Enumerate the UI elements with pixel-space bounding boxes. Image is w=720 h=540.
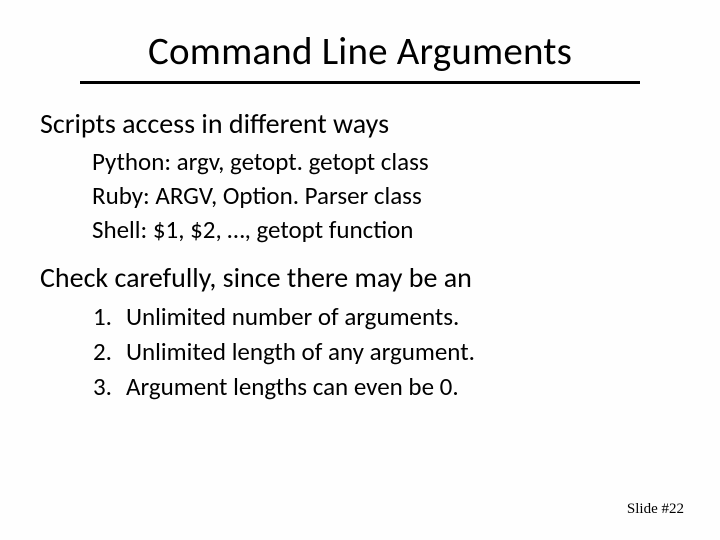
access-ways-list: Python: argv, getopt. getopt class Ruby:… — [92, 145, 680, 246]
list-item: 3. Argument lengths can even be 0. — [92, 369, 680, 404]
checks-list: 1. Unlimited number of arguments. 2. Unl… — [92, 299, 680, 404]
section-heading-1: Scripts access in different ways — [40, 106, 680, 141]
slide-number: Slide #22 — [627, 501, 684, 518]
list-item: Ruby: ARGV, Option. Parser class — [92, 179, 680, 213]
section-heading-2: Check carefully, since there may be an — [40, 260, 680, 295]
list-number: 1. — [92, 299, 126, 334]
slide: Command Line Arguments Scripts access in… — [0, 0, 720, 540]
list-number: 3. — [92, 369, 126, 404]
list-item: 1. Unlimited number of arguments. — [92, 299, 680, 334]
list-item: 2. Unlimited length of any argument. — [92, 334, 680, 369]
list-number: 2. — [92, 334, 126, 369]
list-text: Unlimited number of arguments. — [126, 299, 459, 334]
list-text: Unlimited length of any argument. — [126, 334, 475, 369]
title-divider — [80, 81, 640, 84]
list-item: Shell: $1, $2, …, getopt function — [92, 213, 680, 247]
slide-title: Command Line Arguments — [40, 28, 680, 75]
list-item: Python: argv, getopt. getopt class — [92, 145, 680, 179]
list-text: Argument lengths can even be 0. — [126, 369, 459, 404]
